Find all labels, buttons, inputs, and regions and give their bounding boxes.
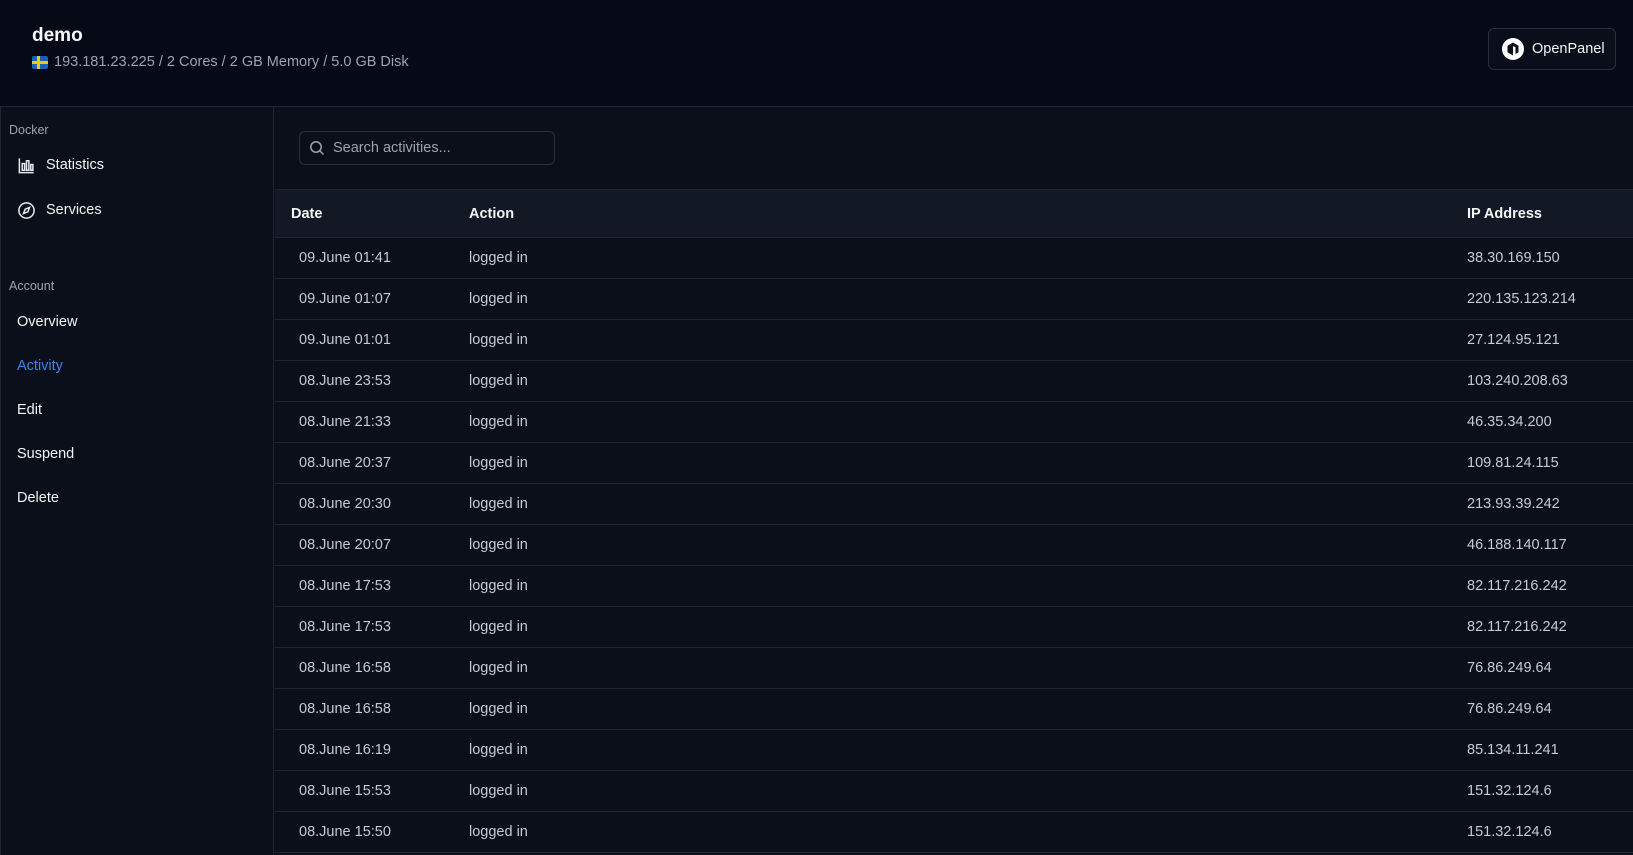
column-header-date[interactable]: Date	[291, 206, 322, 222]
cell-date: 08.June 21:33	[299, 414, 391, 430]
table-body: 09.June 01:41 logged in 38.30.169.150 09.Ju…	[275, 238, 1633, 853]
sidebar: Docker Statistics Services Account Overv…	[0, 107, 274, 855]
cell-date: 08.June 16:19	[299, 742, 391, 758]
cell-ip-address: 151.32.124.6	[1467, 824, 1552, 840]
table-row: 08.June 20:07 logged in 46.188.140.117	[275, 525, 1633, 566]
sidebar-item-label: Suspend	[17, 446, 75, 462]
sidebar-item-edit[interactable]: Edit	[9, 391, 267, 429]
table-row: 08.June 16:58 logged in 76.86.249.64	[275, 648, 1633, 689]
cell-ip-address: 109.81.24.115	[1467, 455, 1559, 471]
table-row: 09.June 01:41 logged in 38.30.169.150	[275, 238, 1633, 279]
cell-ip-address: 46.188.140.117	[1467, 537, 1567, 553]
cell-action: logged in	[469, 619, 528, 635]
cell-date: 08.June 16:58	[299, 660, 391, 676]
openpanel-label: OpenPanel	[1532, 41, 1605, 57]
cell-date: 08.June 17:53	[299, 578, 391, 594]
sidebar-item-label: Services	[46, 202, 102, 218]
sidebar-item-services[interactable]: Services	[9, 191, 267, 229]
cell-ip-address: 76.86.249.64	[1467, 701, 1552, 717]
cell-ip-address: 213.93.39.242	[1467, 496, 1560, 512]
search-icon	[310, 141, 325, 156]
cell-action: logged in	[469, 291, 528, 307]
cell-action: logged in	[469, 742, 528, 758]
cell-action: logged in	[469, 250, 528, 266]
server-info: 193.181.23.225 / 2 Cores / 2 GB Memory /…	[32, 54, 409, 70]
cell-ip-address: 38.30.169.150	[1467, 250, 1560, 266]
cell-ip-address: 76.86.249.64	[1467, 660, 1552, 676]
cell-date: 08.June 17:53	[299, 619, 391, 635]
sidebar-item-statistics[interactable]: Statistics	[9, 146, 267, 184]
table-row: 08.June 17:53 logged in 82.117.216.242	[275, 607, 1633, 648]
cell-ip-address: 82.117.216.242	[1467, 578, 1567, 594]
cell-ip-address: 27.124.95.121	[1467, 332, 1560, 348]
cell-date: 08.June 16:58	[299, 701, 391, 717]
sweden-flag-icon	[32, 55, 48, 69]
cell-action: logged in	[469, 414, 528, 430]
page-title: demo	[32, 25, 83, 46]
sidebar-item-label: Overview	[17, 314, 78, 330]
cell-date: 08.June 20:30	[299, 496, 391, 512]
cell-date: 09.June 01:41	[299, 250, 391, 266]
cell-date: 08.June 20:07	[299, 537, 391, 553]
table-row: 08.June 17:53 logged in 82.117.216.242	[275, 566, 1633, 607]
sidebar-item-overview[interactable]: Overview	[9, 303, 267, 341]
bar-chart-icon	[18, 157, 34, 173]
sidebar-item-suspend[interactable]: Suspend	[9, 435, 267, 473]
table-row: 08.June 21:33 logged in 46.35.34.200	[275, 402, 1633, 443]
table-row: 09.June 01:01 logged in 27.124.95.121	[275, 320, 1633, 361]
table-row: 08.June 20:30 logged in 213.93.39.242	[275, 484, 1633, 525]
main-content: Date Action IP Address 09.June 01:41 logg…	[275, 107, 1633, 855]
column-header-action[interactable]: Action	[469, 206, 514, 222]
cell-action: logged in	[469, 578, 528, 594]
table-header: Date Action IP Address	[275, 190, 1633, 238]
table-row: 09.June 01:07 logged in 220.135.123.214	[275, 279, 1633, 320]
cell-date: 09.June 01:07	[299, 291, 391, 307]
activity-table: Date Action IP Address 09.June 01:41 logg…	[275, 189, 1633, 853]
account-section-label: Account	[9, 279, 55, 293]
cell-date: 08.June 23:53	[299, 373, 391, 389]
cell-date: 08.June 15:50	[299, 824, 391, 840]
cell-ip-address: 220.135.123.214	[1467, 291, 1576, 307]
page-header: demo 193.181.23.225 / 2 Cores / 2 GB Mem…	[0, 0, 1633, 107]
compass-icon	[18, 201, 35, 219]
cell-ip-address: 85.134.11.241	[1467, 742, 1559, 758]
cell-action: logged in	[469, 332, 528, 348]
server-info-text: 193.181.23.225 / 2 Cores / 2 GB Memory /…	[54, 54, 409, 70]
sidebar-item-delete[interactable]: Delete	[9, 479, 267, 517]
cell-action: logged in	[469, 455, 528, 471]
docker-section-label: Docker	[9, 123, 49, 137]
sidebar-item-activity[interactable]: Activity	[9, 347, 267, 385]
sidebar-item-label: Edit	[17, 402, 42, 418]
sidebar-item-label: Activity	[17, 358, 63, 374]
openpanel-button[interactable]: OpenPanel	[1488, 28, 1616, 70]
sidebar-item-label: Statistics	[46, 157, 105, 173]
cell-action: logged in	[469, 373, 528, 389]
openpanel-logo-icon	[1502, 38, 1524, 60]
cell-ip-address: 151.32.124.6	[1467, 783, 1552, 799]
cell-action: logged in	[469, 783, 528, 799]
table-row: 08.June 16:58 logged in 76.86.249.64	[275, 689, 1633, 730]
column-header-ip-address[interactable]: IP Address	[1467, 206, 1542, 222]
cell-date: 08.June 15:53	[299, 783, 391, 799]
cell-date: 08.June 20:37	[299, 455, 391, 471]
cell-action: logged in	[469, 537, 528, 553]
sidebar-item-label: Delete	[17, 490, 59, 506]
search-box[interactable]	[299, 131, 555, 165]
table-row: 08.June 20:37 logged in 109.81.24.115	[275, 443, 1633, 484]
cell-action: logged in	[469, 701, 528, 717]
table-row: 08.June 23:53 logged in 103.240.208.63	[275, 361, 1633, 402]
cell-action: logged in	[469, 660, 528, 676]
cell-action: logged in	[469, 824, 528, 840]
table-row: 08.June 15:50 logged in 151.32.124.6	[275, 812, 1633, 853]
search-input[interactable]	[333, 140, 543, 156]
cell-date: 09.June 01:01	[299, 332, 391, 348]
cell-action: logged in	[469, 496, 528, 512]
table-row: 08.June 15:53 logged in 151.32.124.6	[275, 771, 1633, 812]
cell-ip-address: 103.240.208.63	[1467, 373, 1568, 389]
cell-ip-address: 46.35.34.200	[1467, 414, 1552, 430]
table-row: 08.June 16:19 logged in 85.134.11.241	[275, 730, 1633, 771]
cell-ip-address: 82.117.216.242	[1467, 619, 1567, 635]
